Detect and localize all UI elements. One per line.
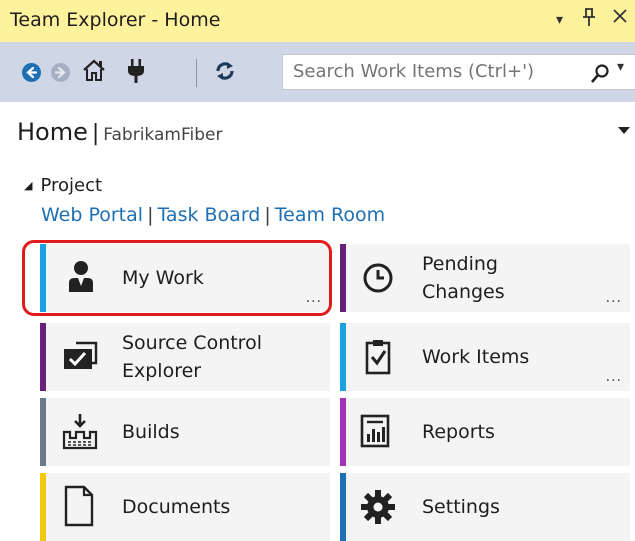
project-section-header[interactable]: ◢ Project bbox=[24, 175, 102, 196]
tile-label: Pending Changes bbox=[422, 244, 542, 312]
home-icon[interactable] bbox=[81, 57, 107, 87]
close-icon[interactable] bbox=[612, 8, 628, 29]
search-input[interactable] bbox=[291, 60, 585, 83]
gear-icon bbox=[360, 489, 396, 529]
team-room-link[interactable]: Team Room bbox=[275, 204, 385, 226]
web-portal-link[interactable]: Web Portal bbox=[41, 204, 143, 226]
tile-documents[interactable]: Documents bbox=[40, 473, 330, 541]
task-board-link[interactable]: Task Board bbox=[157, 204, 260, 226]
tile-accent-stripe bbox=[340, 323, 346, 391]
refresh-icon[interactable] bbox=[213, 59, 237, 87]
tile-label: Settings bbox=[422, 496, 500, 518]
link-separator: | bbox=[264, 204, 271, 226]
report-icon bbox=[360, 414, 390, 452]
build-icon bbox=[62, 412, 98, 454]
tile-source-control-explorer[interactable]: Source Control Explorer bbox=[40, 323, 330, 391]
tile-label: Source Control Explorer bbox=[122, 323, 302, 391]
tile-accent-stripe bbox=[40, 398, 46, 466]
toolbar-separator bbox=[196, 59, 197, 87]
page-menu-chevron-down-icon[interactable] bbox=[618, 124, 630, 138]
tile-settings[interactable]: Settings bbox=[340, 473, 630, 541]
plug-icon[interactable] bbox=[125, 57, 147, 89]
tile-accent-stripe bbox=[40, 473, 46, 541]
tile-accent-stripe bbox=[340, 244, 346, 312]
clock-icon bbox=[362, 262, 394, 298]
window-title: Team Explorer - Home bbox=[10, 9, 221, 31]
my-work-highlight-callout bbox=[22, 240, 332, 316]
tile-accent-stripe bbox=[40, 323, 46, 391]
folder-check-icon bbox=[62, 339, 98, 375]
toolbar: ▾ bbox=[0, 42, 635, 102]
tile-builds[interactable]: Builds bbox=[40, 398, 330, 466]
tile-label: Work Items bbox=[422, 346, 530, 368]
document-icon bbox=[64, 485, 94, 531]
search-icon[interactable] bbox=[589, 63, 611, 89]
window-menu-dropdown-icon[interactable]: ▾ bbox=[556, 12, 563, 28]
project-links: Web Portal | Task Board | Team Room bbox=[41, 204, 385, 226]
back-arrow-icon[interactable] bbox=[22, 63, 41, 82]
pin-icon[interactable] bbox=[582, 7, 596, 32]
forward-arrow-icon[interactable] bbox=[51, 63, 70, 82]
tile-more-button[interactable]: ... bbox=[606, 369, 622, 385]
tile-accent-stripe bbox=[340, 398, 346, 466]
page-title: Home | FabrikamFiber bbox=[17, 118, 222, 146]
tile-reports[interactable]: Reports bbox=[340, 398, 630, 466]
tile-pending-changes[interactable]: Pending Changes ... bbox=[340, 244, 630, 312]
project-section-label: Project bbox=[40, 175, 103, 196]
project-name[interactable]: FabrikamFiber bbox=[103, 125, 222, 145]
title-bar: Team Explorer - Home ▾ bbox=[0, 0, 635, 42]
tile-label: Reports bbox=[422, 421, 495, 443]
tile-label: Documents bbox=[122, 496, 231, 518]
tile-label: Builds bbox=[122, 421, 180, 443]
tile-more-button[interactable]: ... bbox=[606, 290, 622, 306]
tile-label-text: Source Control Explorer bbox=[122, 332, 262, 382]
search-box[interactable]: ▾ bbox=[282, 54, 635, 90]
title-separator: | bbox=[91, 121, 100, 146]
search-options-chevron-icon[interactable]: ▾ bbox=[617, 59, 624, 75]
link-separator: | bbox=[147, 204, 154, 226]
tile-work-items[interactable]: Work Items ... bbox=[340, 323, 630, 391]
tile-accent-stripe bbox=[340, 473, 346, 541]
page-title-home: Home bbox=[17, 118, 88, 146]
collapse-triangle-icon[interactable]: ◢ bbox=[24, 179, 32, 192]
tile-label-text: Pending Changes bbox=[422, 253, 505, 303]
clipboard-check-icon bbox=[364, 337, 392, 379]
